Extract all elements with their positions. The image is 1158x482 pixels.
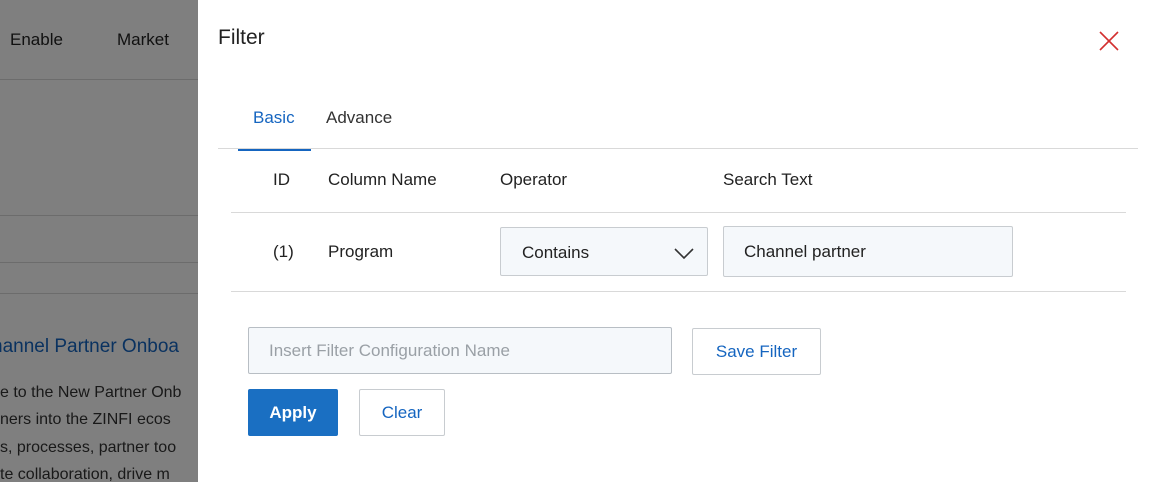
tab-basic[interactable]: Basic <box>238 108 311 151</box>
operator-value: Contains <box>522 243 590 262</box>
panel-title: Filter <box>218 26 265 49</box>
filter-tabs: Basic Advance <box>218 100 1138 151</box>
header-operator: Operator <box>500 170 568 189</box>
table-row: (1) Program Contains <box>231 213 1126 292</box>
close-icon <box>1099 31 1119 51</box>
clear-button[interactable]: Clear <box>359 389 445 436</box>
header-id: ID <box>273 170 290 189</box>
filter-config-name-input[interactable] <box>248 327 672 374</box>
header-search-text: Search Text <box>723 170 813 189</box>
row-id: (1) <box>273 242 294 261</box>
tab-advance[interactable]: Advance <box>326 108 392 138</box>
header-column-name: Column Name <box>328 170 437 189</box>
apply-button[interactable]: Apply <box>248 389 338 436</box>
row-column-name: Program <box>328 242 394 261</box>
operator-select[interactable]: Contains <box>500 227 708 276</box>
table-header: ID Column Name Operator Search Text <box>231 150 1126 213</box>
save-filter-button[interactable]: Save Filter <box>692 328 821 375</box>
search-text-input[interactable] <box>723 226 1013 277</box>
close-button[interactable] <box>1096 28 1122 54</box>
filter-panel: Filter Basic Advance ID Column Name Oper… <box>198 0 1158 482</box>
chevron-down-icon <box>674 248 694 260</box>
